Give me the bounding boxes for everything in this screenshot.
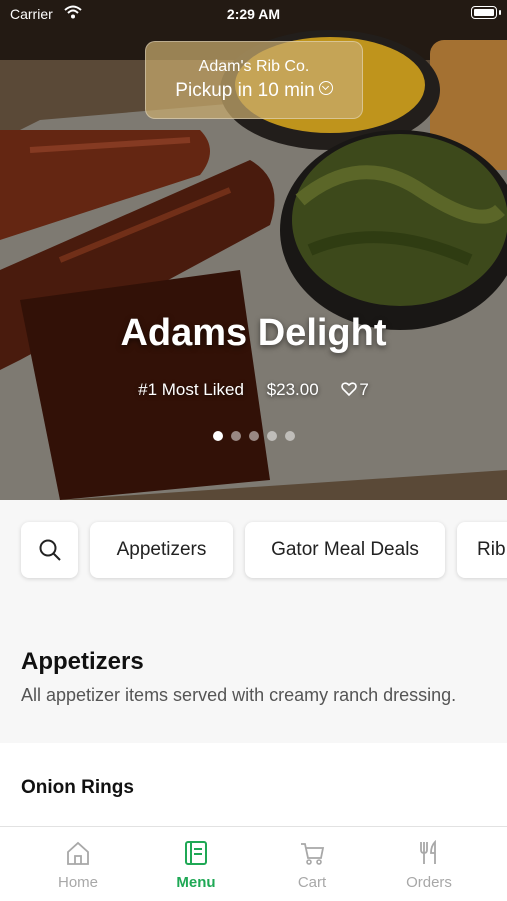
- status-time: 2:29 AM: [226, 6, 281, 22]
- category-bar[interactable]: Appetizers Gator Meal Deals Rib: [0, 500, 507, 608]
- featured-meta: #1 Most Liked $23.00 7: [0, 380, 507, 400]
- tab-bar: Home Menu Cart Orders: [0, 826, 507, 901]
- featured-hero[interactable]: Carrier 2:29 AM Adam's Rib Co. Pickup in…: [0, 0, 507, 500]
- orders-icon: [420, 840, 436, 864]
- tab-home[interactable]: Home: [15, 827, 141, 901]
- restaurant-name: Adam's Rib Co.: [198, 58, 310, 75]
- carousel-dot[interactable]: [266, 431, 277, 441]
- search-icon: [39, 539, 61, 561]
- home-icon: [67, 841, 89, 865]
- featured-rank: #1 Most Liked: [138, 380, 244, 399]
- menu-icon: [185, 841, 207, 865]
- section-description: All appetizer items served with creamy r…: [21, 685, 457, 705]
- tab-label: Cart: [297, 874, 327, 891]
- battery-icon: [471, 6, 501, 19]
- tab-menu[interactable]: Menu: [133, 827, 259, 901]
- carousel-dot[interactable]: [212, 431, 223, 441]
- pickup-eta: Pickup in 10 min: [175, 80, 315, 101]
- search-button[interactable]: [21, 522, 78, 578]
- tab-label: Menu: [176, 874, 216, 891]
- category-chip-gator-meal-deals[interactable]: Gator Meal Deals: [245, 522, 445, 578]
- tab-label: Home: [57, 874, 98, 891]
- carousel-dot[interactable]: [248, 431, 259, 441]
- item-name: Onion Rings: [21, 777, 134, 798]
- featured-title: Adams Delight: [120, 312, 387, 354]
- section-title: Appetizers: [21, 648, 144, 675]
- category-chip-appetizers[interactable]: Appetizers: [90, 522, 233, 578]
- list-item[interactable]: Onion Rings: [0, 743, 507, 833]
- status-bar: Carrier 2:29 AM: [0, 0, 507, 28]
- category-chip-ribs[interactable]: Rib: [457, 522, 507, 578]
- tab-cart[interactable]: Cart: [249, 827, 375, 901]
- carousel-dot[interactable]: [284, 431, 295, 441]
- featured-price: $23.00: [266, 380, 319, 399]
- chevron-down-icon: [318, 81, 333, 95]
- menu-section: Appetizers All appetizer items served wi…: [0, 610, 507, 743]
- tab-orders[interactable]: Orders: [366, 827, 492, 901]
- pickup-selector[interactable]: Adam's Rib Co. Pickup in 10 min: [145, 41, 363, 119]
- featured-likes: 7: [359, 380, 369, 399]
- carousel-dot[interactable]: [230, 431, 241, 441]
- heart-icon: [341, 382, 358, 396]
- tab-label: Orders: [406, 874, 452, 891]
- carousel-dots[interactable]: [0, 428, 507, 446]
- cart-icon: [301, 843, 325, 865]
